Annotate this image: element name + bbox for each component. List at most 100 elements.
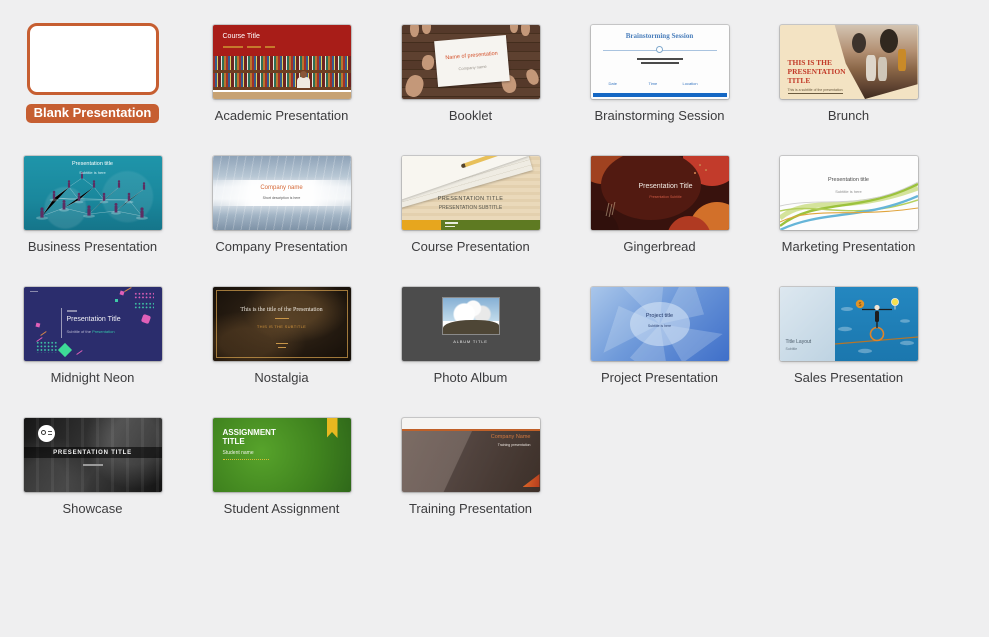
template-card-marketing[interactable]: Presentation title Subtitle is here Mark…: [754, 152, 943, 283]
template-thumbnail-training[interactable]: Company Name Training presentation: [402, 418, 540, 492]
bottle: [878, 57, 887, 81]
template-thumbnail-marketing[interactable]: Presentation title Subtitle is here: [780, 156, 918, 230]
tightrope-unicyclist-graphic: $: [835, 287, 918, 361]
template-thumbnail-photo-album[interactable]: ALBUM TITLE: [402, 287, 540, 361]
template-card-midnight[interactable]: Presentation Title Subtitle of the Prese…: [0, 283, 187, 414]
reading-student-head: [300, 71, 307, 78]
shelf-board: [213, 87, 351, 90]
slide-title: Company name: [213, 185, 351, 191]
pink-square: [35, 323, 39, 327]
footer-date: Date: [609, 81, 617, 86]
slide-subtitle: Subtitle is here: [24, 170, 162, 175]
template-label: Training Presentation: [409, 501, 532, 517]
slide-title: PRESENTATION TITLE: [402, 196, 540, 202]
hand-shape: [524, 67, 540, 86]
template-card-photo-album[interactable]: ALBUM TITLE Photo Album: [376, 283, 565, 414]
dot-ornament: [694, 172, 696, 174]
footer-bar: [276, 343, 288, 344]
template-card-nostalgia[interactable]: This is the title of the Presentation TH…: [187, 283, 376, 414]
slide-subtitle: Subtitle is here: [780, 189, 918, 194]
template-thumbnail-business[interactable]: Presentation title Subtitle is here: [24, 156, 162, 230]
slide-title: PRESENTATION TITLE: [24, 450, 162, 456]
dot-grid-teal: [36, 341, 58, 353]
template-thumbnail-gingerbread[interactable]: Presentation Title Presentation Subtitle: [591, 156, 729, 230]
template-card-business[interactable]: Presentation title Subtitle is here Busi…: [0, 152, 187, 283]
template-card-student[interactable]: ASSIGNMENT TITLE Student name Student As…: [187, 414, 376, 545]
circle-ornament: [656, 46, 663, 53]
paper-sheet: Name of presentation Company name: [434, 35, 510, 87]
hand-shape: [410, 25, 419, 37]
slide-title: ASSIGNMENT TITLE: [223, 429, 287, 447]
template-card-brainstorming[interactable]: Brainstorming Session Date Time Location…: [565, 21, 754, 152]
logo-text-bar: [48, 431, 52, 432]
circle-logo-icon: [38, 425, 55, 442]
slide-title: Brainstorming Session: [591, 32, 729, 40]
template-label: Brainstorming Session: [594, 108, 724, 124]
slide-subtitle: This is a subtitle of the presentation: [788, 88, 843, 94]
template-card-showcase[interactable]: PRESENTATION TITLE Showcase: [0, 414, 187, 545]
slide-title-band: [213, 25, 351, 56]
vertical-rule: [61, 308, 62, 338]
template-card-course[interactable]: PRESENTATION TITLE PRESENTATION SUBTITLE…: [376, 152, 565, 283]
photo-figure: [880, 29, 898, 53]
template-label: Course Presentation: [411, 239, 530, 255]
title-panel: Title Layout Subtitle: [780, 287, 835, 361]
slide-title: Presentation title: [780, 177, 918, 183]
accent-bar: [247, 46, 261, 48]
hand-shape: [421, 54, 435, 71]
template-card-training[interactable]: Company Name Training presentation Train…: [376, 414, 565, 545]
bottle: [866, 55, 876, 81]
template-thumbnail-brainstorming[interactable]: Brainstorming Session Date Time Location: [591, 25, 729, 99]
template-card-gingerbread[interactable]: Presentation Title Presentation Subtitle…: [565, 152, 754, 283]
slide-subtitle: Subtitle of the Presentation: [67, 329, 115, 334]
micro-text-bar: [591, 58, 729, 60]
slide-subtitle: Training presentation: [498, 443, 531, 447]
template-thumbnail-showcase[interactable]: PRESENTATION TITLE: [24, 418, 162, 492]
slide-subtitle: Short description is here: [213, 196, 351, 200]
teal-square: [115, 299, 118, 302]
micro-text-bar: [591, 62, 729, 64]
logo-ring: [41, 430, 46, 435]
template-card-project[interactable]: Project title Subtitle is here Project P…: [565, 283, 754, 414]
template-card-booklet[interactable]: Name of presentation Company name Bookle…: [376, 21, 565, 152]
template-card-academic[interactable]: Course Title Academic Presentation: [187, 21, 376, 152]
template-thumbnail-academic[interactable]: Course Title: [213, 25, 351, 99]
template-card-blank[interactable]: Blank Presentation: [0, 21, 187, 152]
template-label: Business Presentation: [28, 239, 157, 255]
accent-bar-green: [441, 220, 540, 230]
template-card-sales[interactable]: $ Title Layout Subtitle Sales Presentati…: [754, 283, 943, 414]
template-label: Academic Presentation: [215, 108, 349, 124]
template-thumbnail-company[interactable]: Company name Short description is here: [213, 156, 351, 230]
svg-text:$: $: [858, 302, 861, 308]
subtitle-bar: [83, 464, 103, 466]
template-label: Brunch: [828, 108, 869, 124]
slide-subtitle: Student name: [223, 450, 254, 456]
template-thumbnail-midnight[interactable]: Presentation Title Subtitle of the Prese…: [24, 287, 162, 361]
accent-bar-yellow: [402, 220, 441, 230]
template-label: Nostalgia: [254, 370, 308, 386]
hand-shape: [510, 25, 518, 33]
template-thumbnail-nostalgia[interactable]: This is the title of the Presentation TH…: [213, 287, 351, 361]
template-thumbnail-booklet[interactable]: Name of presentation Company name: [402, 25, 540, 99]
micro-bar: [67, 310, 77, 312]
gold-divider: [275, 318, 289, 319]
template-thumbnail-course[interactable]: PRESENTATION TITLE PRESENTATION SUBTITLE: [402, 156, 540, 230]
template-card-company[interactable]: Company name Short description is here C…: [187, 152, 376, 283]
template-label-selected: Blank Presentation: [26, 104, 160, 123]
template-thumbnail-project[interactable]: Project title Subtitle is here: [591, 287, 729, 361]
top-white-band: [402, 418, 540, 429]
slide-subtitle: PRESENTATION SUBTITLE: [402, 205, 540, 211]
template-thumbnail-blank[interactable]: [27, 23, 159, 95]
landscape-photo: [442, 297, 500, 335]
slash-ornament: [124, 287, 132, 292]
template-thumbnail-brunch[interactable]: THIS IS THE PRESENTATION TITLE This is a…: [780, 25, 918, 99]
green-diamond: [57, 343, 71, 357]
slide-title: Title Layout: [786, 339, 812, 345]
sky-clouds: [443, 298, 499, 321]
slide-subtitle: Subtitle: [786, 347, 798, 351]
dot-grid-pink: [134, 292, 154, 300]
template-thumbnail-student[interactable]: ASSIGNMENT TITLE Student name: [213, 418, 351, 492]
hill: [443, 320, 499, 334]
template-thumbnail-sales[interactable]: $ Title Layout Subtitle: [780, 287, 918, 361]
template-card-brunch[interactable]: THIS IS THE PRESENTATION TITLE This is a…: [754, 21, 943, 152]
